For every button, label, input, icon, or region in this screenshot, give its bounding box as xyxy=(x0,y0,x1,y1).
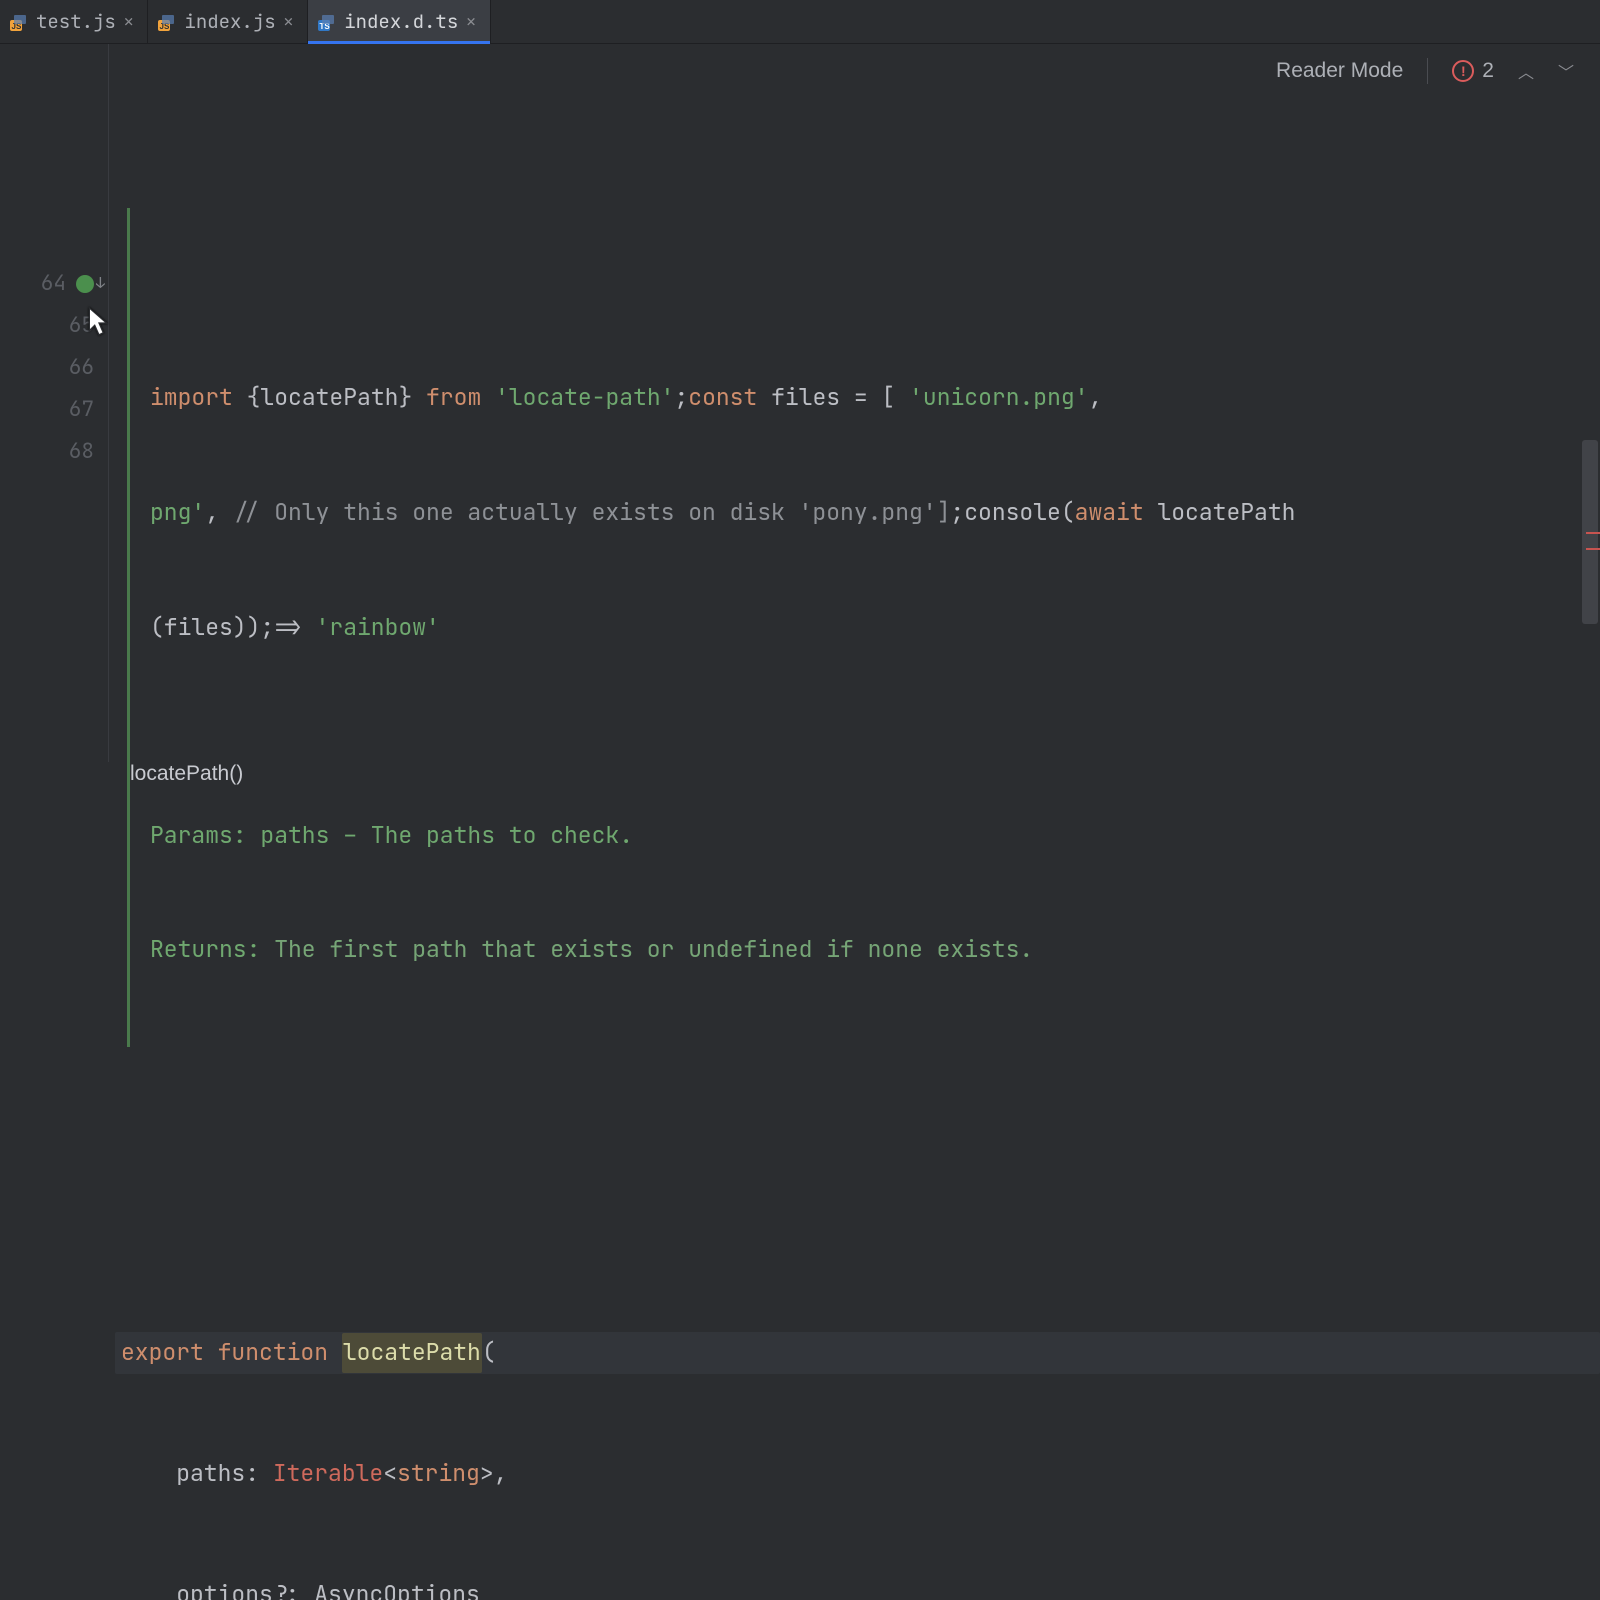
close-icon[interactable]: ✕ xyxy=(466,14,476,30)
breadcrumb[interactable]: locatePath() xyxy=(130,762,243,786)
editor-tabs: JS test.js ✕ JS index.js ✕ TS index.d.ts… xyxy=(0,0,1600,44)
line-gutter: 64 65 66 67 68 xyxy=(0,44,108,762)
line-number: 68 xyxy=(69,434,94,470)
js-file-icon: JS xyxy=(158,13,176,31)
js-file-icon: JS xyxy=(10,13,28,31)
code-line-65[interactable]: paths: Iterable<string>, xyxy=(121,1453,1600,1495)
line-number: 66 xyxy=(69,350,94,386)
tab-label: index.js xyxy=(184,9,275,34)
line-number: 65 xyxy=(69,308,94,344)
code-area[interactable]: import {locatePath} from 'locate-path';c… xyxy=(109,44,1600,762)
code-line-64[interactable]: export function locatePath( xyxy=(115,1332,1600,1374)
close-icon[interactable]: ✕ xyxy=(124,14,134,30)
run-marker-icon[interactable] xyxy=(76,275,94,293)
tab-index-js[interactable]: JS index.js ✕ xyxy=(148,0,308,43)
ts-file-icon: TS xyxy=(318,13,336,31)
code-line-66[interactable]: options?: AsyncOptions xyxy=(121,1574,1600,1600)
tab-test-js[interactable]: JS test.js ✕ xyxy=(0,0,148,43)
line-number: 64 xyxy=(41,266,66,302)
line-number: 67 xyxy=(69,392,94,428)
scrollbar-track[interactable] xyxy=(1580,92,1600,722)
error-marker[interactable] xyxy=(1586,532,1600,534)
error-marker[interactable] xyxy=(1586,548,1600,550)
tab-index-d-ts[interactable]: TS index.d.ts ✕ xyxy=(308,0,491,43)
tab-label: index.d.ts xyxy=(344,9,458,34)
tab-label: test.js xyxy=(36,9,116,34)
rendered-doc-block: import {locatePath} from 'locate-path';c… xyxy=(127,208,1600,1047)
close-icon[interactable]: ✕ xyxy=(284,14,294,30)
editor[interactable]: 64 65 66 67 68 import {locatePath} from … xyxy=(0,44,1600,762)
